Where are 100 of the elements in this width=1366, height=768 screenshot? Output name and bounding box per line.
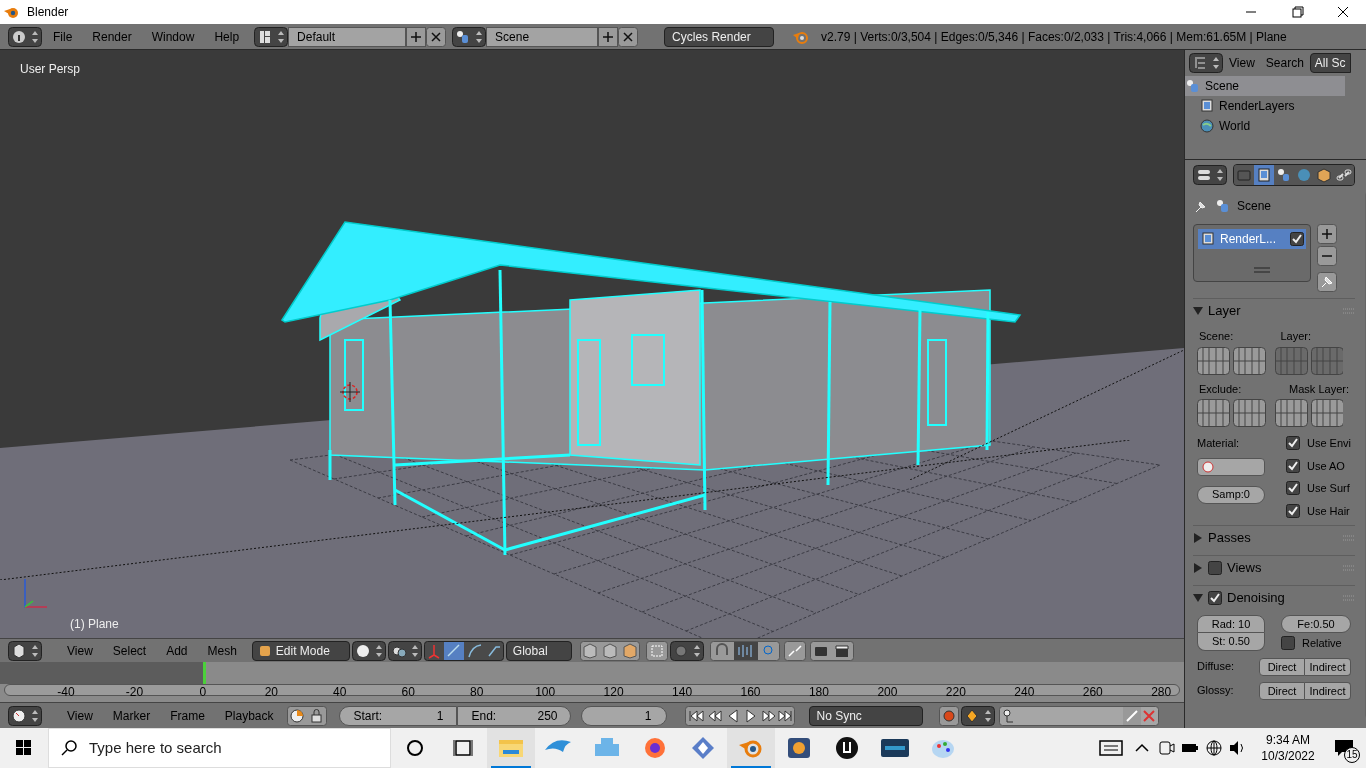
snap-icons[interactable] <box>709 640 780 661</box>
samples-field[interactable]: Samp:0 <box>1197 485 1265 504</box>
frame-number: 220 <box>945 684 966 701</box>
cube-icon[interactable] <box>8 640 42 661</box>
layer-toggle-grid[interactable] <box>1197 399 1343 427</box>
menu-item[interactable]: Render <box>83 26 141 47</box>
menu-item[interactable]: Frame <box>161 705 214 726</box>
manipulator-icons[interactable] <box>423 640 504 661</box>
clock-icon[interactable] <box>8 705 42 726</box>
notification-count-badge: 15 <box>1344 747 1360 763</box>
checkbox-option[interactable]: Relative <box>1281 635 1351 652</box>
close-icon[interactable] <box>618 26 639 47</box>
keyframe-icon[interactable] <box>960 705 995 726</box>
checkbox[interactable] <box>1208 590 1222 605</box>
field-label: Mask Layer: <box>1289 381 1349 397</box>
add-icon[interactable] <box>406 26 427 47</box>
frame-number: 160 <box>740 684 761 701</box>
info-editor-icon[interactable] <box>8 26 42 47</box>
shading-icon[interactable] <box>351 640 386 661</box>
menu-item[interactable]: Mesh <box>198 640 246 661</box>
playback-controls[interactable] <box>684 705 795 726</box>
checkbox-option[interactable]: Use Hair <box>1285 502 1351 519</box>
snap-target-icon[interactable] <box>783 640 806 661</box>
add-icon[interactable] <box>1317 224 1337 244</box>
material-field[interactable] <box>1197 457 1265 476</box>
proportional-edit-icon[interactable] <box>669 640 704 661</box>
mode-dropdown[interactable]: Edit Mode <box>251 640 350 661</box>
select-mode-icons[interactable] <box>579 640 640 661</box>
layer-toggle-grid[interactable] <box>1197 346 1343 375</box>
checkbox[interactable] <box>1285 503 1300 518</box>
keying-icons[interactable] <box>286 705 327 726</box>
close-icon[interactable] <box>426 26 447 47</box>
toggle-button[interactable]: Indirect <box>1305 681 1351 700</box>
renderlayers-tab-icon[interactable] <box>1254 165 1274 185</box>
panel-header[interactable]: Layer <box>1193 298 1355 322</box>
menu-item[interactable]: View <box>58 705 102 726</box>
current-frame-field[interactable]: 1 <box>580 705 667 726</box>
checkbox[interactable] <box>1285 436 1300 451</box>
taskbar-search-field[interactable]: Type here to search <box>48 728 391 768</box>
panel-header[interactable]: Views <box>1193 555 1355 579</box>
sync-dropdown[interactable]: No Sync <box>808 705 923 726</box>
panel-header[interactable]: Passes <box>1193 525 1355 549</box>
checkbox[interactable] <box>1208 560 1222 575</box>
radius-field[interactable]: Rad: 10 <box>1197 615 1265 633</box>
toggle-button[interactable]: Direct <box>1259 657 1305 676</box>
3d-cursor-icon <box>340 382 360 402</box>
menu-item[interactable]: Marker <box>103 705 160 726</box>
keying-set-field[interactable] <box>998 705 1159 726</box>
frame-number: 240 <box>1014 684 1035 701</box>
expand-arrow-icon <box>1193 562 1203 573</box>
record-icon[interactable] <box>938 705 959 726</box>
outliner-item[interactable]: RenderLayers <box>1185 96 1345 116</box>
screen-layout-field[interactable]: Default <box>288 26 407 47</box>
end-frame-field[interactable]: End: 250 <box>456 705 571 726</box>
checkbox[interactable] <box>1285 458 1300 473</box>
strength-field[interactable]: St: 0.50 <box>1197 633 1265 651</box>
scene-field[interactable]: Scene <box>486 26 599 47</box>
menu-item[interactable]: Playback <box>215 705 283 726</box>
properties-editor-icon[interactable] <box>1193 165 1227 185</box>
checkbox[interactable] <box>1285 481 1300 496</box>
checkbox-option[interactable]: Use AO <box>1285 457 1351 474</box>
checkbox[interactable] <box>1290 232 1304 246</box>
menu-item[interactable]: View <box>58 640 102 661</box>
clock[interactable]: 9:34 AM 10/3/2022 <box>1250 728 1326 768</box>
checkbox-option[interactable]: Use Envi <box>1285 435 1351 452</box>
frame-number: 260 <box>1082 684 1103 701</box>
menu-item[interactable]: Add <box>157 640 197 661</box>
menu-item[interactable]: View <box>1224 53 1260 73</box>
outliner-item[interactable]: Scene <box>1185 76 1345 96</box>
menu-item[interactable]: Window <box>142 26 204 47</box>
render-preview-icons[interactable] <box>809 640 854 661</box>
filter-dropdown[interactable]: All Sc <box>1309 53 1351 73</box>
layout-icon[interactable] <box>254 26 289 47</box>
scene-icon[interactable] <box>452 26 487 47</box>
checkbox[interactable] <box>1281 636 1295 651</box>
renderlayers-icon <box>1200 231 1216 247</box>
remove-icon[interactable] <box>1317 246 1337 266</box>
pivot-icon[interactable] <box>387 640 422 661</box>
occlude-icon[interactable] <box>645 640 668 661</box>
expand-arrow-icon <box>1193 532 1203 543</box>
add-icon[interactable] <box>598 26 619 47</box>
start-frame-field[interactable]: Start: 1 <box>338 705 457 726</box>
toggle-button[interactable]: Direct <box>1259 681 1305 700</box>
constraints-tab-icon[interactable] <box>1334 165 1354 185</box>
menu-item[interactable]: Select <box>103 640 156 661</box>
checkbox-option[interactable]: Use Surf <box>1285 480 1351 497</box>
menu-item[interactable]: Search <box>1260 53 1309 73</box>
render-layer-item[interactable]: RenderL... <box>1198 229 1306 249</box>
outliner-item[interactable]: World <box>1185 116 1345 136</box>
outliner-editor-icon[interactable] <box>1189 53 1223 73</box>
frame-number: 120 <box>603 684 624 701</box>
pin-icon[interactable] <box>1317 272 1337 292</box>
panel-header[interactable]: Denoising <box>1193 585 1355 609</box>
render-engine-dropdown[interactable]: Cycles Render <box>664 26 775 47</box>
menu-item[interactable]: File <box>44 26 82 47</box>
orientation-dropdown[interactable]: Global <box>505 640 572 661</box>
frame-number: -40 <box>57 684 75 701</box>
menu-item[interactable]: Help <box>205 26 249 47</box>
feature-strength-field[interactable]: Fe:0.50 <box>1281 615 1351 633</box>
toggle-button[interactable]: Indirect <box>1305 657 1351 676</box>
